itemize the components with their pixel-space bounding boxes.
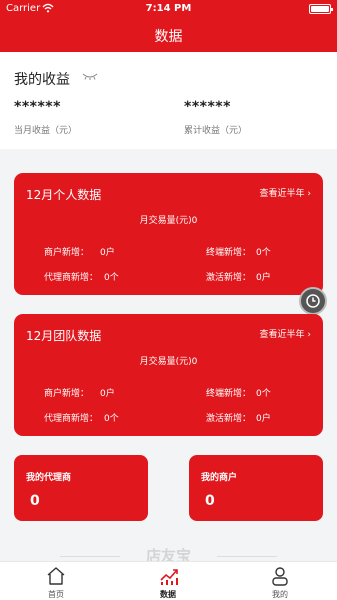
my-agents-card[interactable]: 我的代理商 0 [14,455,148,521]
personal-activation-new-value: 0户 [256,273,271,283]
personal-agent-new-label: 代理商新增： [44,273,99,283]
team-agent-new-label: 代理商新增： [44,414,99,424]
personal-merchant-new-label: 商户新增： [44,248,90,258]
team-agent-new-value: 0个 [104,414,119,424]
personal-terminal-new-value: 0个 [256,248,271,258]
eye-closed-icon[interactable] [82,72,98,80]
team-terminal-new-label: 终端新增： [206,389,252,399]
earnings-title: 我的收益 [14,72,70,88]
personal-merchant-new-value: 0户 [100,248,115,258]
tab-home[interactable]: 首页 [0,562,112,600]
monthly-earnings-value: ****** [14,99,61,115]
team-half-year-label: 查看近半年 [259,330,305,340]
history-float-button[interactable] [299,287,327,315]
watermark-divider-right [217,556,277,557]
personal-half-year-link[interactable]: 查看近半年 › [260,186,312,199]
home-icon [47,567,65,585]
my-agents-title: 我的代理商 [26,473,72,483]
user-icon [272,567,288,586]
total-earnings-value: ****** [184,99,231,115]
my-agents-count: 0 [30,493,40,509]
my-merchants-count: 0 [205,493,215,509]
team-card-title: 12月团队数据 [26,329,102,343]
personal-monthly-volume: 月交易量(元)0 [139,216,198,226]
team-merchant-new-label: 商户新增： [44,389,90,399]
earnings-section: 我的收益 ****** 当月收益（元） ****** 累计收益（元） [0,52,337,149]
personal-data-card: 12月个人数据 查看近半年 › 月交易量(元)0 商户新增： 0户 终端新增： … [14,173,323,295]
tab-mine[interactable]: 我的 [224,562,336,600]
battery-icon [309,4,333,14]
bottom-tab-bar: 首页 数据 我的 [0,561,337,600]
team-activation-new-label: 激活新增： [206,414,252,424]
chevron-right-icon: › [307,189,311,199]
status-time: 7:14 PM [145,3,192,14]
page-title: 数据 [154,29,183,45]
personal-agent-new-value: 0个 [104,273,119,283]
team-merchant-new-value: 0户 [100,389,115,399]
personal-card-title: 12月个人数据 [26,188,102,202]
tab-mine-label: 我的 [272,590,288,599]
team-activation-new-value: 0户 [256,414,271,424]
chevron-right-icon: › [307,330,311,340]
team-monthly-volume: 月交易量(元)0 [139,357,198,367]
tab-home-label: 首页 [48,590,64,599]
clock-icon [306,294,320,308]
my-merchants-title: 我的商户 [201,473,238,483]
tab-data-label: 数据 [160,590,176,599]
app-header: Carrier 7:14 PM 数据 [0,0,337,52]
status-bar: Carrier 7:14 PM [0,0,337,18]
team-half-year-link[interactable]: 查看近半年 › [260,327,312,340]
my-merchants-card[interactable]: 我的商户 0 [189,455,323,521]
team-data-card: 12月团队数据 查看近半年 › 月交易量(元)0 商户新增： 0户 终端新增： … [14,314,323,436]
personal-half-year-label: 查看近半年 [259,189,305,199]
total-earnings-label: 累计收益（元） [184,126,248,136]
chart-icon [160,569,178,585]
tab-data[interactable]: 数据 [112,562,224,600]
team-terminal-new-value: 0个 [256,389,271,399]
personal-activation-new-label: 激活新增： [206,273,252,283]
personal-terminal-new-label: 终端新增： [206,248,252,258]
monthly-earnings-label: 当月收益（元） [14,126,78,136]
